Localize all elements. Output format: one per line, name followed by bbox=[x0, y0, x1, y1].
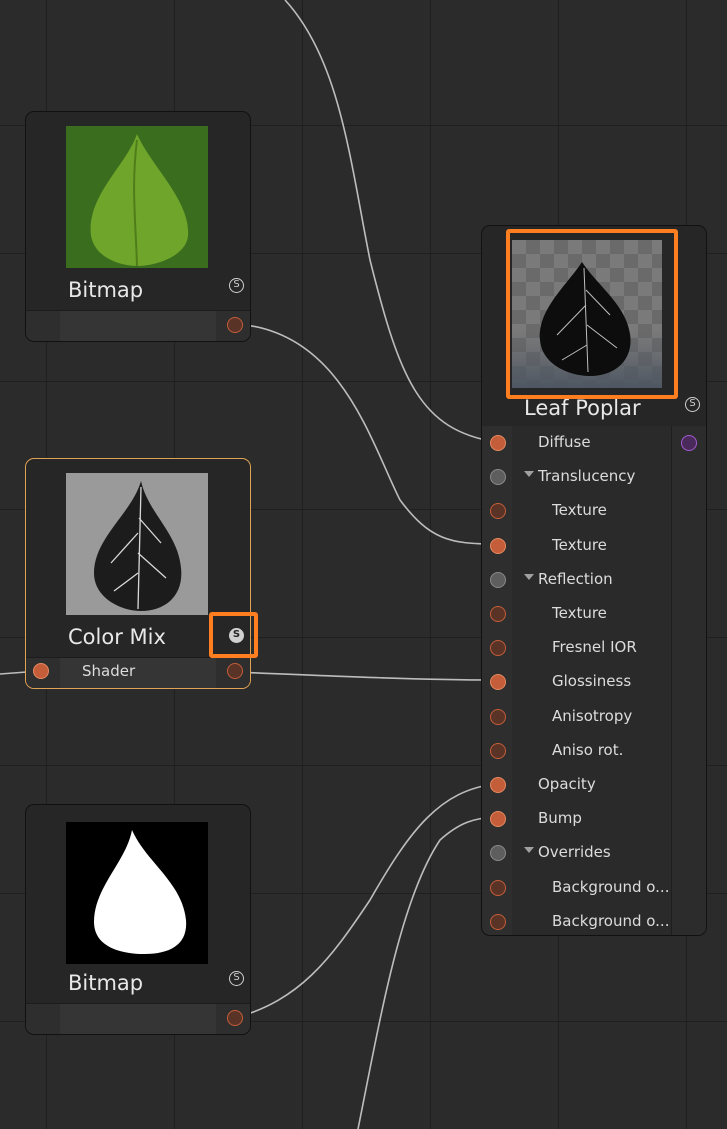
material-title: Leaf Poplar bbox=[524, 396, 641, 420]
port-label: Texture bbox=[552, 501, 607, 520]
port-row[interactable]: Anisotropy bbox=[482, 700, 706, 734]
node-title: Bitmap bbox=[68, 971, 144, 995]
port-row[interactable]: Texture bbox=[482, 529, 706, 563]
shader-label: Shader bbox=[82, 662, 136, 680]
port-label: Texture bbox=[552, 604, 607, 622]
input-port[interactable] bbox=[490, 469, 506, 486]
port-row[interactable]: Bump bbox=[482, 802, 706, 836]
port-label: Reflection bbox=[538, 569, 613, 588]
bitmap-thumbnail-leaf bbox=[66, 126, 208, 268]
input-port[interactable] bbox=[490, 913, 506, 930]
port-row[interactable]: Diffuse bbox=[482, 426, 706, 460]
s-icon[interactable]: S bbox=[229, 278, 244, 293]
wire-bottom-to-bump bbox=[357, 816, 497, 1129]
input-port[interactable] bbox=[33, 663, 49, 679]
output-port[interactable] bbox=[227, 1010, 243, 1026]
bitmap-thumbnail-mask bbox=[66, 822, 208, 964]
port-row[interactable]: Aniso rot. bbox=[482, 734, 706, 768]
port-row[interactable]: Background o... bbox=[482, 905, 706, 935]
input-port[interactable] bbox=[490, 708, 506, 725]
expand-triangle-icon[interactable] bbox=[524, 847, 534, 854]
bitmap-node-bottom[interactable]: Bitmap S bbox=[25, 804, 251, 1035]
port-row[interactable]: Opacity bbox=[482, 768, 706, 802]
port-row[interactable]: Reflection bbox=[482, 563, 706, 597]
input-port[interactable] bbox=[490, 503, 506, 520]
node-title: Bitmap bbox=[68, 278, 144, 302]
port-label: Texture bbox=[552, 535, 607, 554]
port-label: Fresnel IOR bbox=[552, 638, 637, 657]
wire-bitmap-to-texture bbox=[234, 323, 497, 545]
input-port[interactable] bbox=[490, 742, 506, 759]
port-label: Background o... bbox=[552, 877, 670, 896]
wire-colormix-to-glossiness bbox=[234, 671, 497, 681]
input-port[interactable] bbox=[490, 606, 506, 622]
input-port[interactable] bbox=[490, 537, 506, 554]
port-label: Background o... bbox=[552, 911, 670, 930]
port-label: Translucency bbox=[538, 467, 636, 486]
output-port[interactable] bbox=[227, 317, 243, 333]
input-port[interactable] bbox=[490, 777, 506, 793]
output-bar: Shader bbox=[26, 657, 250, 688]
highlight-material-preview bbox=[506, 229, 678, 399]
node-title: Color Mix bbox=[68, 625, 166, 649]
port-label: Anisotropy bbox=[552, 706, 633, 725]
expand-triangle-icon[interactable] bbox=[524, 573, 534, 580]
port-label: Diffuse bbox=[538, 433, 591, 451]
bitmap-node-top[interactable]: Bitmap S bbox=[25, 111, 251, 342]
port-row[interactable]: Texture bbox=[482, 494, 706, 528]
output-port[interactable] bbox=[227, 663, 243, 679]
input-port[interactable] bbox=[490, 811, 506, 828]
output-bar bbox=[26, 310, 250, 341]
color-mix-thumbnail bbox=[66, 473, 208, 615]
input-port[interactable] bbox=[490, 571, 506, 588]
port-label: Overrides bbox=[538, 843, 611, 862]
port-row[interactable]: Texture bbox=[482, 597, 706, 631]
s-icon[interactable]: S bbox=[229, 971, 244, 986]
port-row[interactable]: Translucency bbox=[482, 460, 706, 494]
port-row[interactable]: Background o... bbox=[482, 871, 706, 905]
wire-top-to-diffuse bbox=[284, 0, 497, 443]
input-port[interactable] bbox=[490, 845, 506, 862]
input-port[interactable] bbox=[490, 879, 506, 896]
port-label: Glossiness bbox=[552, 672, 632, 691]
s-icon[interactable]: S bbox=[685, 397, 700, 412]
wire-bitmap-to-opacity bbox=[234, 783, 497, 1019]
port-row[interactable]: Overrides bbox=[482, 836, 706, 870]
port-row[interactable]: Fresnel IOR bbox=[482, 631, 706, 665]
input-port[interactable] bbox=[490, 640, 506, 657]
port-label: Bump bbox=[538, 809, 582, 828]
output-bar bbox=[26, 1003, 250, 1034]
input-port[interactable] bbox=[490, 435, 506, 451]
port-label: Aniso rot. bbox=[552, 740, 624, 759]
expand-triangle-icon[interactable] bbox=[524, 471, 534, 478]
port-row[interactable]: Glossiness bbox=[482, 665, 706, 699]
port-label: Opacity bbox=[538, 775, 596, 793]
highlight-colormix-s-icon bbox=[209, 612, 258, 658]
input-port[interactable] bbox=[490, 674, 506, 691]
